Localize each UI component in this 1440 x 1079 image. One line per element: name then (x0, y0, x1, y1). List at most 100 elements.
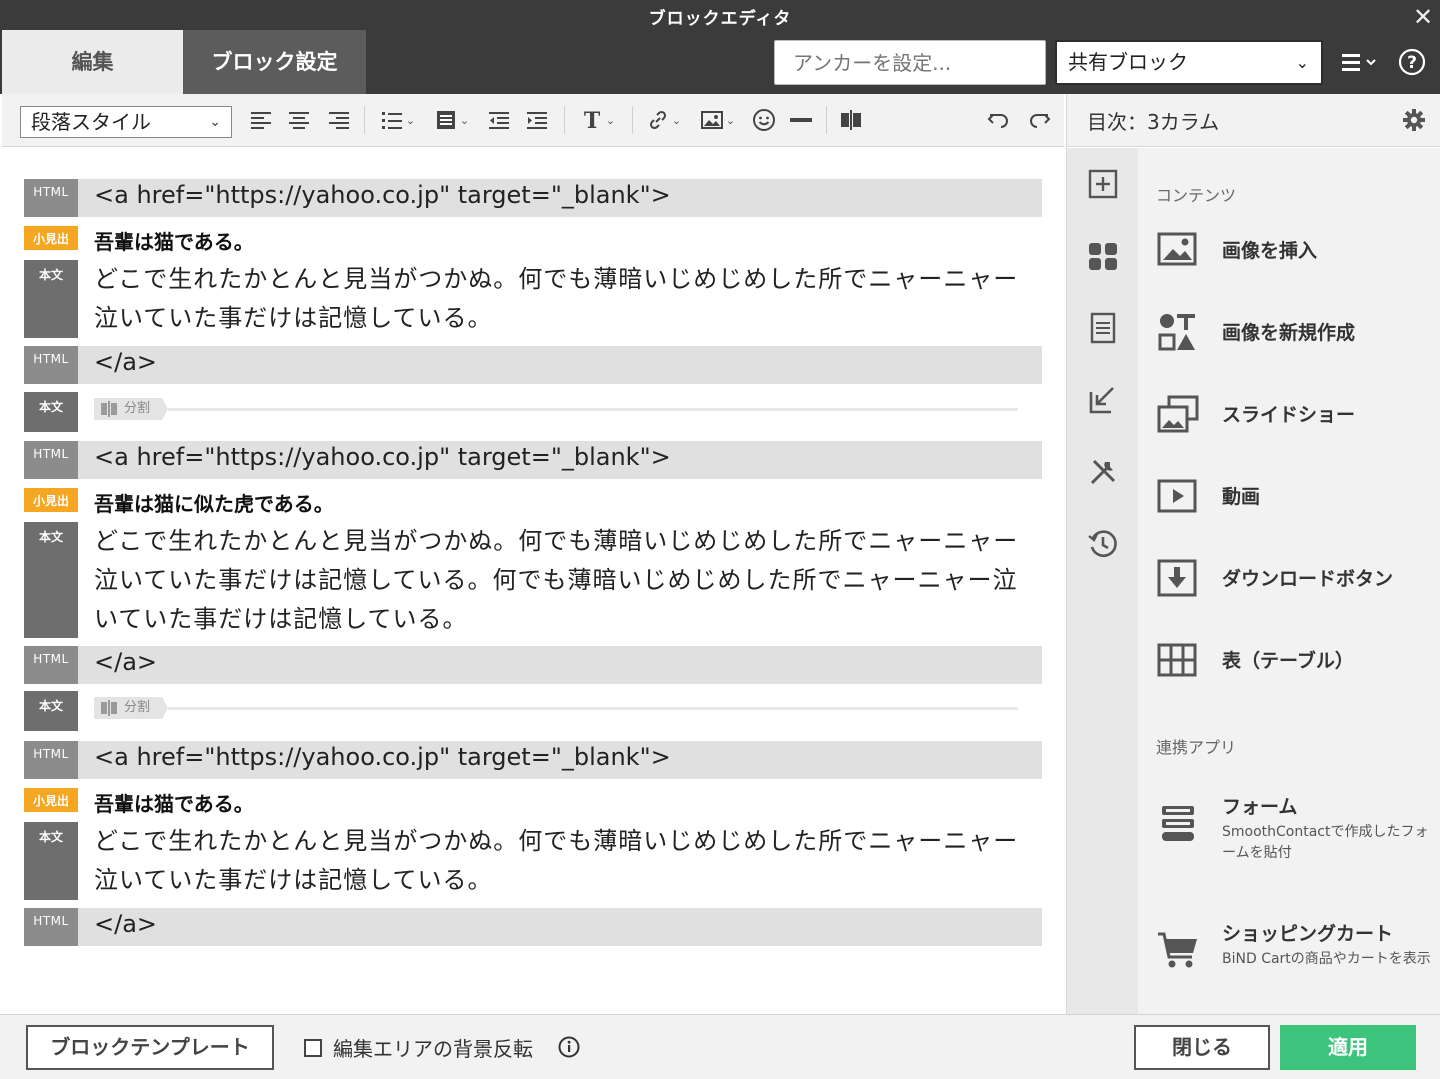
video-item[interactable]: 動画 (1156, 466, 1436, 526)
shopping-cart-desc: BiND Cartの商品やカートを表示 (1222, 951, 1431, 967)
gear-icon[interactable] (1402, 108, 1426, 132)
shopping-cart-item[interactable]: ショッピングカート BiND Cartの商品やカートを表示 (1156, 919, 1436, 999)
heading-block[interactable]: 小見出 吾輩は猫である。 (24, 226, 1042, 254)
align-center-icon (289, 112, 309, 129)
indent-button[interactable] (522, 104, 552, 136)
slideshow-label: スライドショー (1222, 404, 1356, 426)
body-block[interactable]: 本文 どこで生れたかとんと見当がつかぬ。何でも薄暗いじめじめした所でニャーニャー… (24, 260, 1042, 338)
window-header: ブロックエディタ ✕ 編集 ブロック設定 共有ブロック ⌄ ? (0, 0, 1440, 94)
redo-button[interactable] (1024, 104, 1054, 136)
video-icon (1156, 476, 1200, 516)
tab-block-settings[interactable]: ブロック設定 (183, 30, 366, 94)
block-format-button[interactable]: ⌄ (430, 104, 474, 136)
body-block[interactable]: 本文 どこで生れたかとんと見当がつかぬ。何でも薄暗いじめじめした所でニャーニャー… (24, 822, 1042, 900)
split-button[interactable] (836, 104, 866, 136)
insert-image-item[interactable]: 画像を挿入 (1156, 220, 1436, 280)
invert-background-label[interactable]: 編集エリアの背景反転 (333, 1033, 533, 1062)
html-block[interactable]: HTML <a href="https://yahoo.co.jp" targe… (24, 441, 1042, 479)
close-button[interactable]: 閉じる (1134, 1025, 1270, 1070)
align-center-button[interactable] (284, 104, 314, 136)
import-icon[interactable] (1087, 384, 1119, 416)
horizontal-rule-button[interactable] (786, 104, 816, 136)
slideshow-item[interactable]: スライドショー (1156, 384, 1436, 444)
html-code[interactable]: </a> (94, 910, 157, 938)
heading-text[interactable]: 吾輩は猫である。 (94, 788, 254, 817)
image-button[interactable]: ⌄ (696, 104, 740, 136)
align-right-button[interactable] (324, 104, 354, 136)
anchor-input[interactable] (774, 40, 1046, 85)
table-item[interactable]: 表（テーブル） (1156, 630, 1436, 690)
text-style-button[interactable]: T ⌄ (576, 104, 620, 136)
page-icon[interactable] (1087, 312, 1119, 344)
html-tag: HTML (24, 346, 78, 384)
split-block[interactable]: 本文 分割 (24, 691, 1042, 731)
html-block[interactable]: HTML </a> (24, 646, 1042, 684)
shared-block-select[interactable]: 共有ブロック ⌄ (1055, 40, 1323, 85)
html-block[interactable]: HTML <a href="https://yahoo.co.jp" targe… (24, 741, 1042, 779)
blocks-grid-icon[interactable] (1087, 240, 1119, 272)
invert-background-checkbox[interactable] (304, 1039, 322, 1057)
split-block[interactable]: 本文 分割 (24, 392, 1042, 432)
list-button[interactable]: ⌄ (376, 104, 420, 136)
table-label: 表（テーブル） (1222, 650, 1354, 672)
html-code[interactable]: </a> (94, 348, 157, 376)
html-tag: HTML (24, 741, 78, 779)
heading-tag: 小見出 (24, 488, 78, 512)
outdent-button[interactable] (484, 104, 514, 136)
block-template-button[interactable]: ブロックテンプレート (26, 1025, 274, 1070)
chevron-down-icon: ⌄ (671, 113, 682, 127)
info-icon[interactable] (558, 1036, 580, 1058)
body-tag: 本文 (24, 822, 78, 900)
tab-edit[interactable]: 編集 (2, 30, 183, 94)
list-icon (381, 112, 402, 129)
html-block[interactable]: HTML </a> (24, 346, 1042, 384)
heading-text[interactable]: 吾輩は猫である。 (94, 226, 254, 255)
html-block[interactable]: HTML <a href="https://yahoo.co.jp" targe… (24, 179, 1042, 217)
undo-icon (987, 114, 1008, 128)
html-code[interactable]: </a> (94, 648, 157, 676)
align-left-button[interactable] (246, 104, 276, 136)
toolbar-divider (632, 106, 633, 134)
sidebar-panel: コンテンツ 画像を挿入 画像を新規作成 スライドショー 動画 ダウンロードボタン (1138, 148, 1440, 1014)
html-code[interactable]: <a href="https://yahoo.co.jp" target="_b… (94, 443, 671, 471)
html-block[interactable]: HTML </a> (24, 908, 1042, 946)
emoji-button[interactable] (750, 104, 778, 136)
body-text[interactable]: どこで生れたかとんと見当がつかぬ。何でも薄暗いじめじめした所でニャーニャー泣いて… (94, 260, 1034, 338)
form-item[interactable]: フォーム SmoothContactで作成したフォームを貼付 (1156, 792, 1436, 872)
heading-block[interactable]: 小見出 吾輩は猫である。 (24, 788, 1042, 816)
add-block-icon[interactable] (1087, 168, 1119, 200)
form-label: フォーム (1222, 796, 1298, 818)
paragraph-style-select[interactable]: 段落スタイル ⌄ (20, 106, 232, 138)
redo-icon (1030, 114, 1051, 128)
create-image-item[interactable]: 画像を新規作成 (1156, 302, 1436, 362)
editor-area[interactable]: HTML <a href="https://yahoo.co.jp" targe… (2, 148, 1064, 1014)
apply-button[interactable]: 適用 (1280, 1025, 1416, 1070)
heading-text[interactable]: 吾輩は猫に似た虎である。 (94, 488, 334, 517)
undo-button[interactable] (984, 104, 1014, 136)
html-tag: HTML (24, 908, 78, 946)
heading-tag: 小見出 (24, 788, 78, 812)
tools-icon[interactable] (1087, 456, 1119, 488)
heading-block[interactable]: 小見出 吾輩は猫に似た虎である。 (24, 488, 1042, 516)
link-button[interactable]: ⌄ (642, 104, 686, 136)
html-code[interactable]: <a href="https://yahoo.co.jp" target="_b… (94, 181, 671, 209)
split-icon (101, 401, 117, 417)
split-chip: 分割 (94, 697, 168, 719)
help-icon[interactable]: ? (1398, 48, 1426, 76)
close-window-icon[interactable]: ✕ (1410, 4, 1436, 30)
body-text[interactable]: どこで生れたかとんと見当がつかぬ。何でも薄暗いじめじめした所でニャーニャー泣いて… (94, 522, 1034, 639)
table-icon (1156, 640, 1200, 680)
download-button-item[interactable]: ダウンロードボタン (1156, 548, 1436, 608)
body-text[interactable]: どこで生れたかとんと見当がつかぬ。何でも薄暗いじめじめした所でニャーニャー泣いて… (94, 822, 1034, 900)
html-tag: HTML (24, 441, 78, 479)
dialog-footer: ブロックテンプレート 編集エリアの背景反転 閉じる 適用 (0, 1014, 1440, 1079)
chevron-down-icon: ⌄ (459, 113, 470, 127)
history-icon[interactable] (1087, 528, 1119, 560)
link-icon (649, 110, 666, 130)
body-block[interactable]: 本文 どこで生れたかとんと見当がつかぬ。何でも薄暗いじめじめした所でニャーニャー… (24, 522, 1042, 638)
menu-button[interactable] (1340, 48, 1386, 78)
smiley-icon (753, 109, 775, 131)
body-tag: 本文 (24, 522, 78, 638)
html-code[interactable]: <a href="https://yahoo.co.jp" target="_b… (94, 743, 671, 771)
section-label-contents: コンテンツ (1156, 186, 1237, 205)
